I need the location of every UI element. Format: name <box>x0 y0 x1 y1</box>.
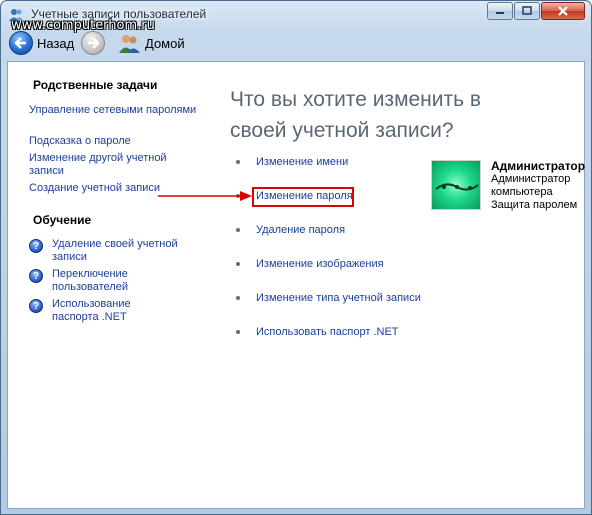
forward-button[interactable] <box>81 31 105 55</box>
account-name: Администратор <box>491 159 586 173</box>
change-name-link[interactable]: Изменение имени <box>236 156 348 168</box>
forward-arrow-icon <box>81 31 105 55</box>
bullet-icon <box>236 262 240 266</box>
bullet-icon <box>236 160 240 164</box>
account-picture-art <box>435 183 479 191</box>
back-button[interactable]: Назад <box>9 31 74 55</box>
password-hint-link[interactable]: Подсказка о пароле <box>29 135 199 148</box>
home-button[interactable]: Домой <box>117 31 185 55</box>
change-picture-link[interactable]: Изменение изображения <box>236 258 384 270</box>
maximize-icon <box>522 6 532 15</box>
back-arrow-icon <box>9 31 33 55</box>
change-account-type-link[interactable]: Изменение типа учетной записи <box>236 292 421 304</box>
window: Учетные записи пользователей www.compute… <box>0 0 592 515</box>
change-name-label: Изменение имени <box>256 156 349 168</box>
users-home-icon <box>119 35 140 53</box>
account-info: Администратор Администратор компьютера З… <box>491 160 585 212</box>
manage-network-passwords-link[interactable]: Управление сетевыми паролями <box>29 104 199 117</box>
arrow-icon <box>158 191 252 201</box>
bullet-icon <box>236 330 240 334</box>
related-tasks-title: Родственные задачи <box>33 78 158 92</box>
help-icon: ? <box>29 299 43 313</box>
help-icon: ? <box>29 269 43 283</box>
help-switch-users[interactable]: ? Переключение пользователей <box>29 268 152 294</box>
change-account-type-label: Изменение типа учетной записи <box>256 292 421 304</box>
navigation-bar: Назад Домой <box>9 31 583 59</box>
sidebar: Родственные задачи Управление сетевыми п… <box>8 62 204 508</box>
net-passport-label: Использовать паспорт .NET <box>256 326 399 338</box>
content-area: Родственные задачи Управление сетевыми п… <box>7 61 585 509</box>
bullet-icon <box>236 228 240 232</box>
net-passport-link[interactable]: Использовать паспорт .NET <box>236 326 399 338</box>
account-picture <box>431 160 481 210</box>
change-picture-label: Изменение изображения <box>256 258 384 270</box>
remove-password-link[interactable]: Удаление пароля <box>236 224 345 236</box>
bullet-icon <box>236 296 240 300</box>
maximize-button[interactable] <box>514 2 540 20</box>
minimize-button[interactable] <box>487 2 513 20</box>
window-controls <box>486 2 585 20</box>
help-net-passport[interactable]: ? Использование паспорта .NET <box>29 298 142 324</box>
page-heading: Что вы хотите изменить в своей учетной з… <box>230 88 482 142</box>
account-status: Защита паролем <box>491 199 578 211</box>
help-switch-users-label: Переключение пользователей <box>52 268 128 293</box>
remove-password-label: Удаление пароля <box>256 224 346 236</box>
minimize-icon <box>496 12 504 14</box>
help-icon: ? <box>29 239 43 253</box>
help-net-passport-label: Использование паспорта .NET <box>52 298 131 323</box>
learn-title: Обучение <box>33 213 92 227</box>
help-delete-account-label: Удаление своей учетной записи <box>52 238 178 263</box>
home-label: Домой <box>145 35 185 51</box>
back-label: Назад <box>37 35 75 51</box>
highlight-box <box>252 187 354 207</box>
account-type: Администратор компьютера <box>491 173 571 198</box>
help-delete-account[interactable]: ? Удаление своей учетной записи <box>29 238 192 264</box>
close-icon <box>558 6 568 16</box>
change-other-account-link[interactable]: Изменение другой учетной записи <box>29 152 179 178</box>
close-button[interactable] <box>541 2 585 20</box>
title-bar: Учетные записи пользователей www.compute… <box>1 1 591 33</box>
